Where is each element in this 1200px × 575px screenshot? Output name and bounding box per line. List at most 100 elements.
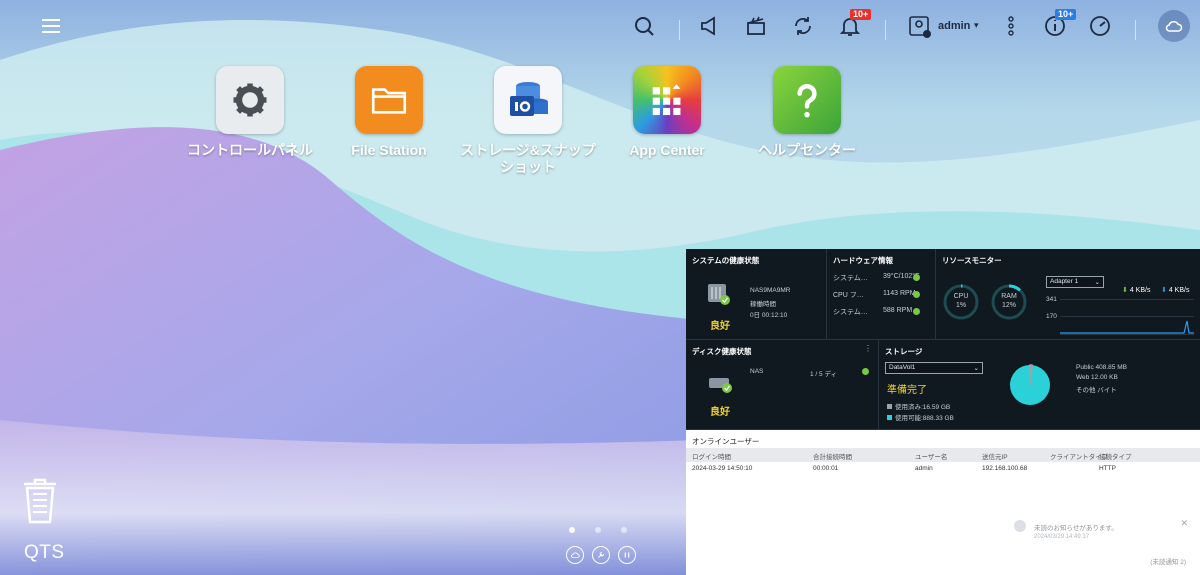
- ram-gauge: RAM 12%: [990, 283, 1028, 321]
- used-space: 使用済み:16.59 GB: [887, 401, 950, 411]
- hardware-row: システム… 39°C/102°F: [833, 273, 919, 283]
- storage-panel[interactable]: ストレージ DataVol1 ⌄ 準備完了 使用済み:16.59 GB 使用可能…: [879, 340, 1200, 430]
- system-health-panel[interactable]: システムの健康状態 良好 NAS9MA9MR 稼働時間 0日 00:12:10: [686, 249, 827, 340]
- pause-icon[interactable]: [618, 546, 636, 564]
- sync-icon[interactable]: [789, 12, 817, 40]
- hardware-label: システム…: [833, 309, 868, 316]
- hardware-row: システム… 588 RPM: [833, 307, 912, 317]
- ok-icon: [913, 308, 920, 315]
- table-header: ログイン時間 合計接続時間 ユーザー名 送信元IP クライアントタイプ 接続タイ…: [686, 448, 1200, 462]
- search-icon[interactable]: [630, 12, 658, 40]
- adapter-select[interactable]: Adapter 1 ⌄: [1046, 276, 1104, 288]
- hardware-value: 588 RPM: [883, 307, 913, 314]
- topbar-divider: [1135, 20, 1136, 40]
- cloud-icon[interactable]: [1158, 10, 1190, 42]
- hardware-panel[interactable]: ハードウェア情報 システム… 39°C/102°F CPU フ… 1143 RP…: [827, 249, 936, 340]
- ok-icon: [913, 274, 920, 281]
- free-space: 使用可能:888.33 GB: [887, 412, 954, 422]
- bottom-toolbar: [566, 546, 636, 564]
- table-cell: 192.168.100.68: [982, 465, 1028, 472]
- uptime-label: 稼働時間: [750, 301, 776, 308]
- legend-swatch: [887, 415, 892, 420]
- app-file-station[interactable]: File Station: [319, 66, 459, 159]
- hardware-row: CPU フ… 1143 RPM: [833, 290, 916, 300]
- disk-name: NAS: [750, 368, 764, 375]
- ram-value: 12%: [1001, 302, 1016, 309]
- adapter-value: Adapter 1: [1050, 278, 1079, 285]
- app-label: ヘルプセンター: [758, 142, 856, 158]
- cpu-value: 1%: [955, 302, 967, 309]
- column-header[interactable]: ユーザー名: [915, 451, 947, 461]
- close-icon[interactable]: ✕: [1180, 518, 1188, 529]
- hamburger-icon[interactable]: [37, 12, 65, 40]
- panel-title: ディスク健康状態: [692, 347, 752, 356]
- megaphone-icon[interactable]: [696, 12, 724, 40]
- table-cell: 2024-03-29 14:50:10: [692, 465, 753, 472]
- bell-icon: [1014, 520, 1026, 532]
- trash-icon[interactable]: [20, 476, 60, 524]
- table-cell: admin: [915, 465, 933, 472]
- page-indicator: [569, 527, 627, 533]
- cloud-icon[interactable]: [566, 546, 584, 564]
- column-header[interactable]: 接続タイプ: [1099, 451, 1132, 461]
- info-icon[interactable]: 10+: [1041, 9, 1077, 40]
- clapper-icon[interactable]: [742, 12, 770, 40]
- panel-title: ハードウェア情報: [833, 256, 893, 265]
- gear-icon: [216, 66, 284, 134]
- page-dot[interactable]: [595, 527, 601, 533]
- chevron-down-icon: ⌄: [973, 365, 979, 372]
- topbar-divider: [679, 20, 680, 40]
- app-grid-icon: [633, 66, 701, 134]
- upload-speed: ⬇ 4 KB/s: [1122, 287, 1151, 294]
- app-control-panel[interactable]: コントロールパネル: [180, 66, 320, 159]
- cpu-gauge: CPU 1%: [942, 283, 980, 321]
- topbar-divider: [885, 20, 886, 40]
- app-help-center[interactable]: ヘルプセンター: [737, 66, 877, 159]
- disk-count: 1 / 5 ディ: [810, 371, 837, 378]
- chevron-down-icon[interactable]: ▾: [974, 20, 979, 31]
- user-icon[interactable]: [905, 12, 933, 40]
- share-public: Public 408.85 MB: [1076, 364, 1127, 371]
- hardware-value: 1143 RPM: [883, 290, 916, 297]
- disk-icon: [708, 370, 732, 394]
- chart-y-mid: 170: [1046, 313, 1057, 320]
- system-status: 良好: [710, 321, 730, 332]
- column-header[interactable]: ログイン時間: [692, 451, 731, 461]
- table-cell: HTTP: [1099, 465, 1116, 472]
- column-header[interactable]: 送信元IP: [982, 451, 1008, 461]
- kebab-icon[interactable]: [997, 12, 1025, 40]
- wrench-icon[interactable]: [592, 546, 610, 564]
- cpu-label: CPU: [953, 293, 969, 300]
- app-storage-snapshots[interactable]: ストレージ&スナップショット: [458, 66, 598, 176]
- page-dot[interactable]: [621, 527, 627, 533]
- volume-select[interactable]: DataVol1 ⌄: [885, 362, 983, 374]
- disk-health-panel[interactable]: ディスク健康状態 ⋮ 良好 NAS 1 / 5 ディ: [686, 340, 879, 430]
- chevron-down-icon: ⌄: [1094, 279, 1100, 286]
- share-other: その他 バイト: [1076, 387, 1117, 394]
- table-cell: 00:00:01: [813, 465, 839, 472]
- share-web: Web 12.00 KB: [1076, 374, 1118, 381]
- question-icon: [773, 66, 841, 134]
- download-speed: ⬇ 4 KB/s: [1161, 287, 1190, 294]
- dashboard-panel: システムの健康状態 良好 NAS9MA9MR 稼働時間 0日 00:12:10 …: [686, 249, 1200, 575]
- column-header[interactable]: 合計接続時間: [813, 451, 852, 461]
- resource-monitor-panel[interactable]: リソースモニター CPU 1% RAM 12% Adapter 1 ⌄ ⬇ 4 …: [936, 249, 1200, 340]
- hardware-label: システム…: [833, 275, 868, 282]
- kebab-icon[interactable]: ⋮: [864, 344, 872, 353]
- nas-device-icon: [706, 281, 730, 305]
- ram-label: RAM: [1001, 293, 1017, 300]
- app-app-center[interactable]: App Center: [597, 66, 737, 159]
- notification-toast[interactable]: 未読のお知らせがあります。 2024/03/29 14:49:37 ✕ (未読通…: [1006, 514, 1196, 572]
- network-chart: [1060, 299, 1194, 335]
- info-badge: 10+: [1055, 9, 1077, 20]
- disk-status: 良好: [710, 407, 730, 418]
- volume-value: DataVol1: [889, 364, 916, 371]
- ok-icon: [862, 368, 869, 375]
- toast-count[interactable]: (未読通知 2): [1150, 556, 1186, 566]
- top-bar: 10+ admin ▾ 10+: [0, 0, 1200, 54]
- table-row[interactable]: 2024-03-29 14:50:10 00:00:01 admin 192.1…: [686, 463, 1200, 475]
- page-dot[interactable]: [569, 527, 575, 533]
- gauge-icon[interactable]: [1086, 12, 1114, 40]
- user-name[interactable]: admin: [938, 20, 970, 32]
- bell-icon[interactable]: 10+: [836, 9, 872, 40]
